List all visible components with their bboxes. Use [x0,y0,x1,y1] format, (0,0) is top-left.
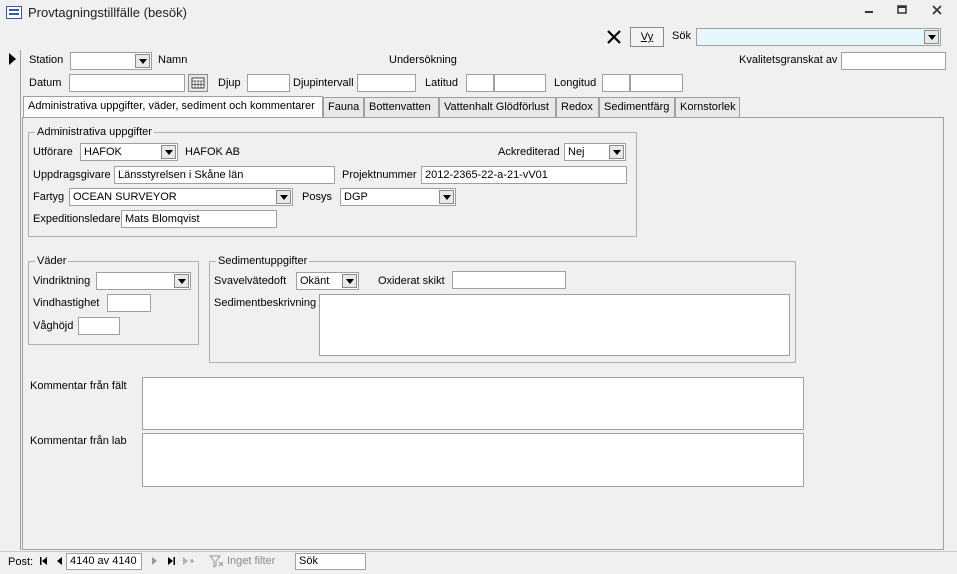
kvalitet-field[interactable] [841,52,946,70]
svavel-combo[interactable]: Okänt [296,272,359,290]
tab-kornstorlek[interactable]: Kornstorlek [675,97,740,117]
uppdragsgivare-field[interactable]: Länsstyrelsen i Skåne län [114,166,335,184]
projektnummer-label: Projektnummer [342,169,417,181]
datum-field[interactable] [69,74,185,92]
tab-redox[interactable]: Redox [556,97,599,117]
kommentar-falt-label: Kommentar från fält [30,380,127,392]
vaghojd-field[interactable] [78,317,120,335]
clear-filter-icon[interactable] [604,27,624,47]
chevron-down-icon[interactable] [609,145,624,159]
datum-label: Datum [29,77,62,89]
post-label: Post: [8,556,34,568]
filter-label: Inget filter [227,555,276,567]
tab-vattenhalt[interactable]: Vattenhalt Glödförlust [439,97,556,117]
posys-combo[interactable]: DGP [340,188,456,206]
restore-icon[interactable] [890,3,914,21]
chevron-down-icon[interactable] [161,145,176,159]
namn-label: Namn [158,54,188,66]
expeditionsledare-field[interactable]: Mats Blomqvist [121,210,277,228]
vindriktning-combo[interactable] [96,272,191,290]
nav-search-field[interactable]: Sök [295,553,366,570]
djup-field[interactable] [247,74,290,92]
chevron-down-icon[interactable] [342,274,357,288]
vader-group-title: Väder [35,255,69,267]
kommentar-lab-label: Kommentar från lab [30,435,127,447]
sedimentbeskrivning-field[interactable] [319,294,790,356]
utforare-combo[interactable]: HAFOK [80,143,178,161]
svavel-label: Svavelvätedoft [214,275,287,287]
djup-label: Djup [218,77,241,89]
vindhastighet-label: Vindhastighet [33,297,100,309]
record-selector[interactable] [4,50,21,550]
sediment-group-title: Sedimentuppgifter [216,255,310,267]
tab-fauna[interactable]: Fauna [323,97,364,117]
chevron-down-icon[interactable] [439,190,454,204]
title-bar: Provtagningstillfälle (besök) [0,0,957,26]
chevron-down-icon[interactable] [174,274,189,288]
navigation-bar [0,551,957,574]
kvalitet-label: Kvalitetsgranskat av [739,54,838,66]
next-record-icon[interactable] [148,556,160,568]
vindriktning-label: Vindriktning [33,275,91,287]
vaghojd-label: Våghöjd [33,320,74,332]
projektnummer-field[interactable]: 2012-2365-22-a-21-vV01 [421,166,627,184]
close-window-icon[interactable] [925,3,949,21]
posys-label: Posys [302,191,332,203]
tab-sedimentfarg[interactable]: Sedimentfärg [599,97,675,117]
kommentar-falt-field[interactable] [142,377,804,430]
djupintervall-field[interactable] [357,74,416,92]
longitud-min-field[interactable] [630,74,683,92]
oxiderat-field[interactable] [452,271,566,289]
utforare-name: HAFOK AB [185,146,241,158]
tab-bottenvatten[interactable]: Bottenvatten [364,97,439,117]
djupintervall-label: Djupintervall [293,77,354,89]
oxiderat-label: Oxiderat skikt [378,275,445,287]
vindhastighet-field[interactable] [107,294,151,312]
new-record-icon[interactable] [181,556,199,568]
latitud-min-field[interactable] [494,74,546,92]
fartyg-combo[interactable]: OCEAN SURVEYOR [69,188,293,206]
first-record-icon[interactable] [38,556,50,568]
expeditionsledare-label: Expeditionsledare [33,213,121,225]
undersokning-label: Undersökning [389,54,457,66]
latitud-deg-field[interactable] [466,74,494,92]
kommentar-lab-field[interactable] [142,433,804,487]
latitud-label: Latitud [425,77,459,89]
chevron-down-icon[interactable] [135,54,150,68]
utforare-label: Utförare [33,146,73,158]
longitud-label: Longitud [554,77,597,89]
sedimentbeskrivning-label: Sedimentbeskrivning [214,297,317,309]
fartyg-label: Fartyg [33,191,65,203]
calendar-icon[interactable] [188,74,208,92]
filter-status[interactable]: Inget filter [205,553,289,570]
vy-button[interactable]: Vy [630,27,664,47]
station-label: Station [29,54,64,66]
longitud-deg-field[interactable] [602,74,630,92]
form-icon [6,6,22,19]
window-title: Provtagningstillfälle (besök) [28,5,187,20]
station-combo[interactable] [70,52,152,70]
record-number-field[interactable]: 4140 av 4140 [66,553,142,570]
uppdragsgivare-label: Uppdragsgivare [33,169,111,181]
chevron-down-icon[interactable] [924,30,939,44]
minimize-icon[interactable] [857,3,881,21]
last-record-icon[interactable] [165,556,177,568]
chevron-down-icon[interactable] [276,190,291,204]
tab-administrativa[interactable]: Administrativa uppgifter, väder, sedimen… [23,96,323,117]
search-combo[interactable] [696,28,941,46]
ackrediterad-combo[interactable]: Nej [564,143,626,161]
search-label: Sök [672,30,691,42]
previous-record-icon[interactable] [54,556,66,568]
admin-group-title: Administrativa uppgifter [35,126,154,138]
ackrediterad-label: Ackrediterad [498,146,560,158]
current-record-icon [9,53,16,65]
